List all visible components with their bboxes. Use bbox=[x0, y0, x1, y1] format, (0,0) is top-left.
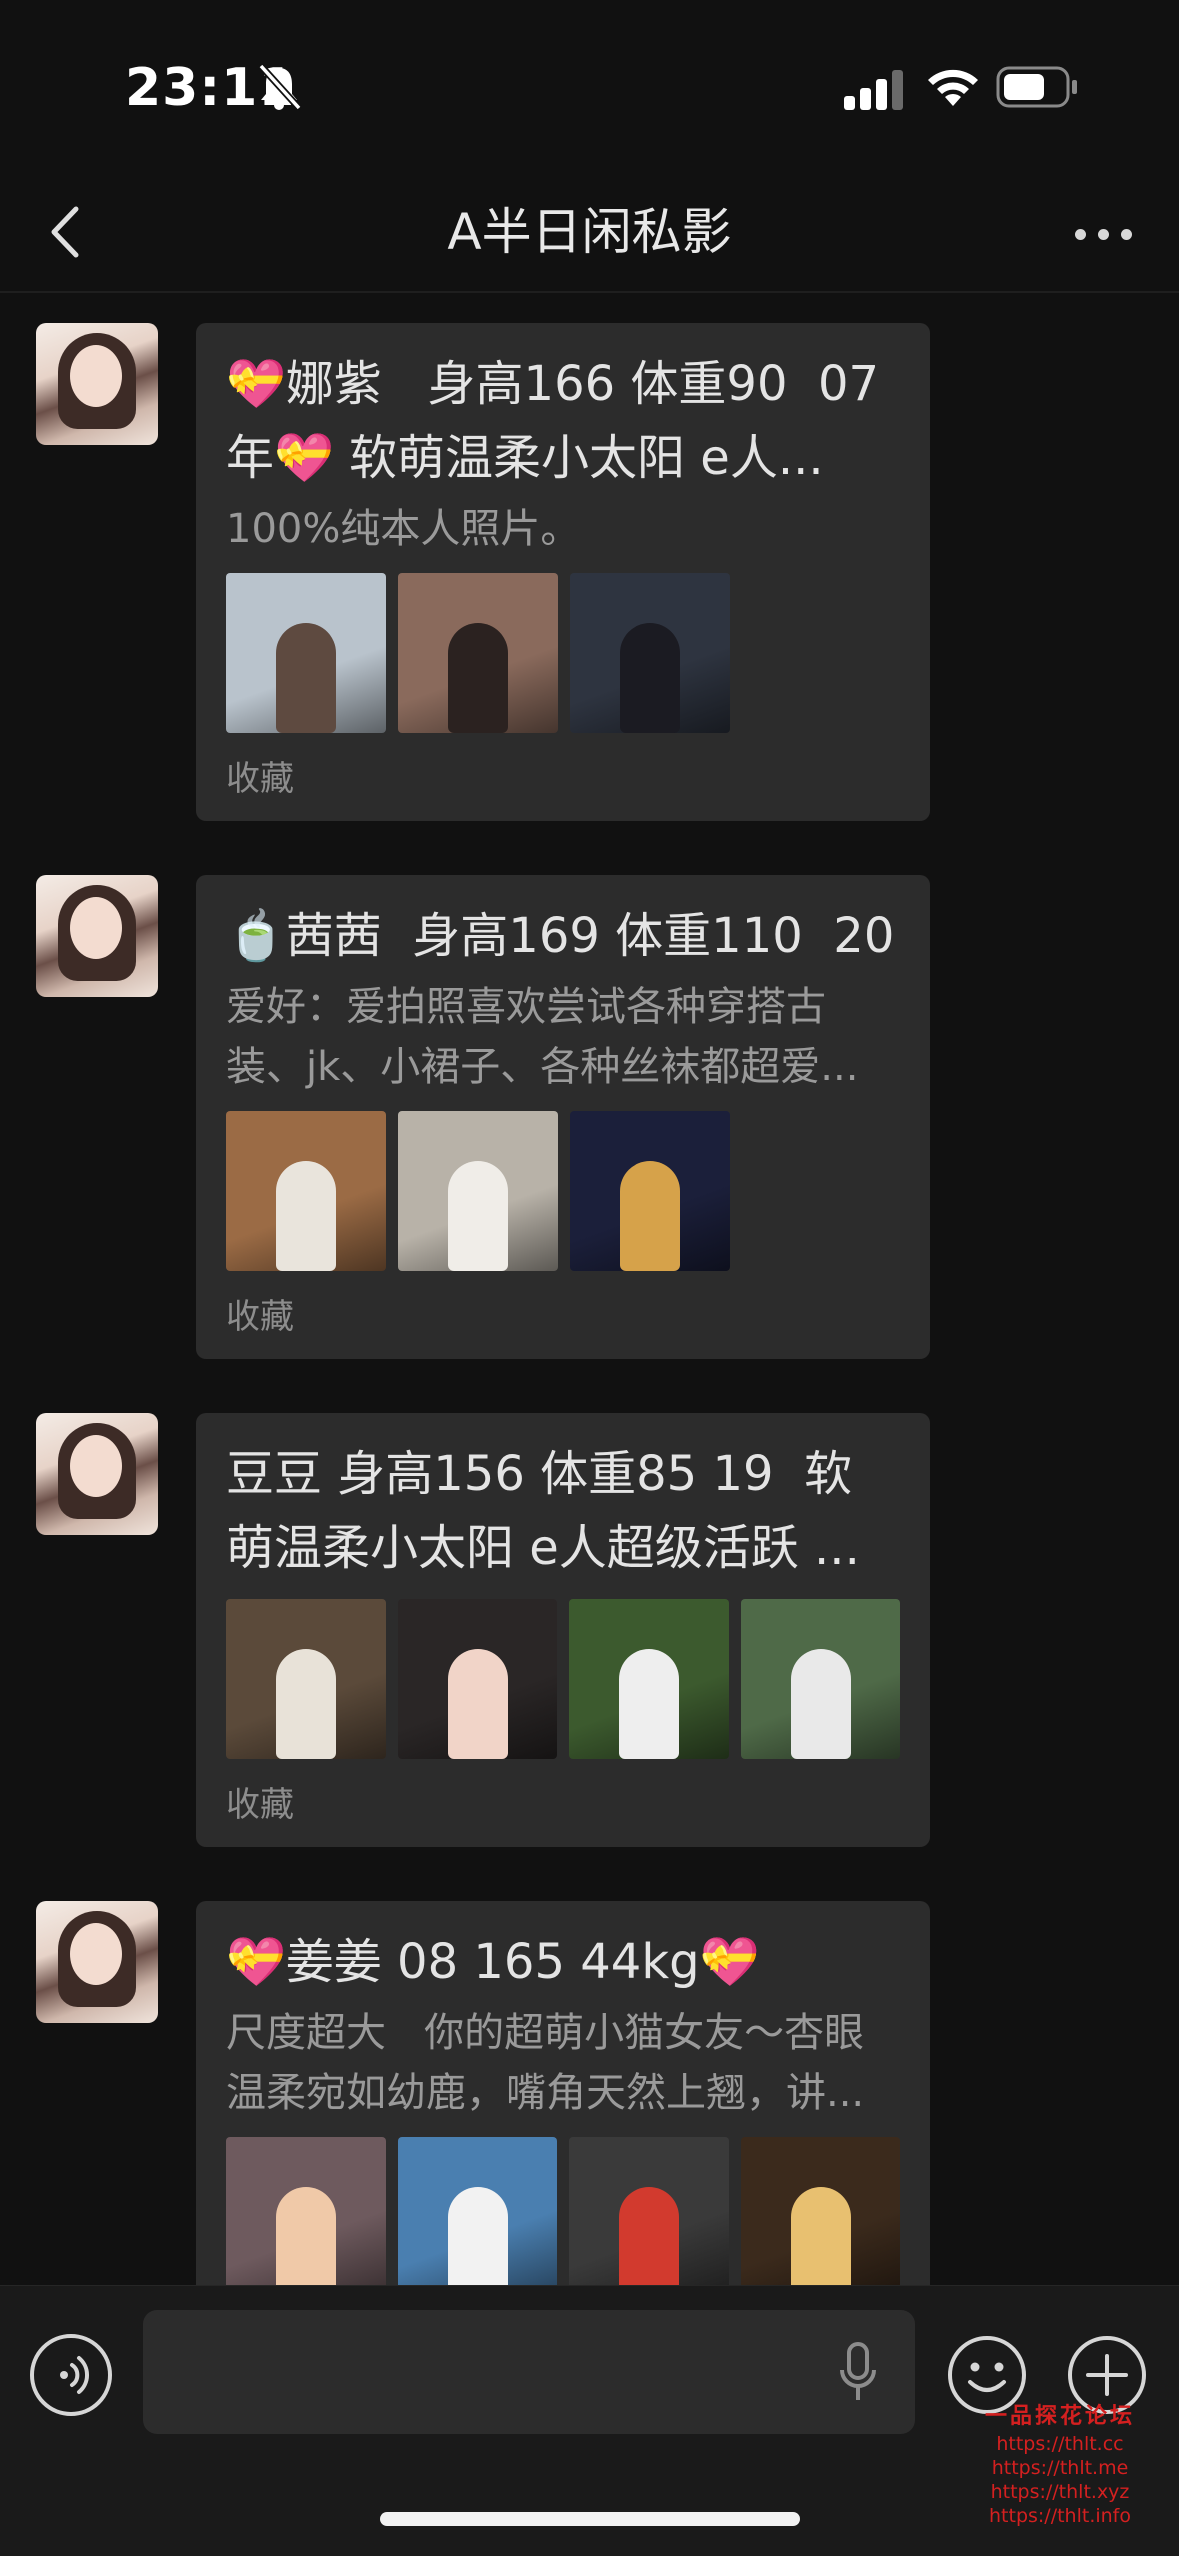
shared-card[interactable]: 💝姜姜 08 165 44kg💝 尺度超大 你的超萌小猫女友～杏眼温柔宛如幼鹿，… bbox=[196, 1901, 930, 2285]
avatar[interactable] bbox=[36, 875, 158, 997]
card-thumbnails bbox=[226, 573, 900, 733]
status-bar: 23:11 bbox=[0, 0, 1179, 175]
more-dot-icon bbox=[1098, 229, 1109, 240]
voice-input-button[interactable] bbox=[30, 2334, 112, 2416]
battery-icon bbox=[996, 66, 1077, 108]
nav-bar: A半日闲私影 bbox=[0, 175, 1179, 293]
watermark-link: https://thlt.info bbox=[989, 2505, 1131, 2527]
wifi-icon bbox=[928, 69, 978, 106]
watermark-link: https://thlt.xyz bbox=[990, 2481, 1130, 2503]
card-description: 爱好：爱拍照喜欢尝试各种穿搭古装、jk、小裙子、各种丝袜都超爱... bbox=[226, 984, 859, 1090]
chat-message-list[interactable]: 💝娜紫 身高166 体重90 07年💝 软萌温柔小太阳 e人... 100%纯本… bbox=[0, 295, 1179, 2285]
card-title: 豆豆 身高156 体重85 19 软萌温柔小太阳 e人超级活跃 ... bbox=[226, 1446, 860, 1576]
photo-thumbnail[interactable] bbox=[570, 573, 730, 733]
photo-thumbnail[interactable] bbox=[398, 573, 558, 733]
card-description: 100%纯本人照片。 bbox=[226, 506, 581, 552]
watermark-title: 一品探花论坛 bbox=[984, 2404, 1135, 2429]
avatar[interactable] bbox=[36, 323, 158, 445]
watermark-link: https://thlt.me bbox=[991, 2457, 1129, 2479]
watermark: 一品探花论坛 https://thlt.cc https://thlt.me h… bbox=[950, 2402, 1170, 2528]
chat-title: A半日闲私影 bbox=[447, 203, 732, 261]
photo-thumbnail[interactable] bbox=[569, 2137, 729, 2285]
shared-card[interactable]: 💝娜紫 身高166 体重90 07年💝 软萌温柔小太阳 e人... 100%纯本… bbox=[196, 323, 930, 821]
cellular-signal-icon bbox=[844, 70, 903, 110]
photo-thumbnail[interactable] bbox=[398, 1111, 558, 1271]
card-title: 🍵茜茜 身高169 体重110 20 bbox=[226, 908, 895, 964]
photo-thumbnail[interactable] bbox=[570, 1111, 730, 1271]
photo-thumbnail[interactable] bbox=[740, 1599, 900, 1759]
more-dot-icon bbox=[1075, 229, 1086, 240]
watermark-link: https://thlt.cc bbox=[996, 2433, 1124, 2455]
photo-thumbnail[interactable] bbox=[226, 2137, 386, 2285]
avatar[interactable] bbox=[36, 1413, 158, 1535]
message-input[interactable] bbox=[143, 2310, 915, 2434]
shared-card[interactable]: 豆豆 身高156 体重85 19 软萌温柔小太阳 e人超级活跃 ... 收藏 bbox=[196, 1413, 930, 1847]
card-thumbnails bbox=[226, 1111, 900, 1271]
more-dot-icon bbox=[1121, 229, 1132, 240]
favorite-label: 收藏 bbox=[226, 1297, 294, 1337]
shared-card[interactable]: 🍵茜茜 身高169 体重110 20 爱好：爱拍照喜欢尝试各种穿搭古装、jk、小… bbox=[196, 875, 930, 1359]
photo-thumbnail[interactable] bbox=[569, 1599, 729, 1759]
photo-thumbnail[interactable] bbox=[226, 573, 386, 733]
card-title: 💝娜紫 身高166 体重90 07年💝 软萌温柔小太阳 e人... bbox=[226, 356, 880, 486]
photo-thumbnail[interactable] bbox=[226, 1599, 386, 1759]
more-options-button[interactable] bbox=[1069, 205, 1139, 261]
card-thumbnails bbox=[226, 1599, 900, 1759]
photo-thumbnail[interactable] bbox=[397, 2137, 557, 2285]
card-thumbnails bbox=[226, 2137, 900, 2285]
favorite-label: 收藏 bbox=[226, 759, 294, 799]
photo-thumbnail[interactable] bbox=[397, 1599, 557, 1759]
photo-thumbnail[interactable] bbox=[226, 1111, 386, 1271]
bell-off-icon bbox=[258, 63, 302, 111]
favorite-label: 收藏 bbox=[226, 1785, 294, 1825]
home-indicator[interactable] bbox=[380, 2512, 800, 2526]
card-description: 尺度超大 你的超萌小猫女友～杏眼温柔宛如幼鹿，嘴角天然上翘，讲... bbox=[226, 2010, 865, 2116]
microphone-icon[interactable] bbox=[837, 2342, 879, 2404]
photo-thumbnail[interactable] bbox=[740, 2137, 900, 2285]
avatar[interactable] bbox=[36, 1901, 158, 2023]
card-title: 💝姜姜 08 165 44kg💝 bbox=[226, 1934, 760, 1990]
